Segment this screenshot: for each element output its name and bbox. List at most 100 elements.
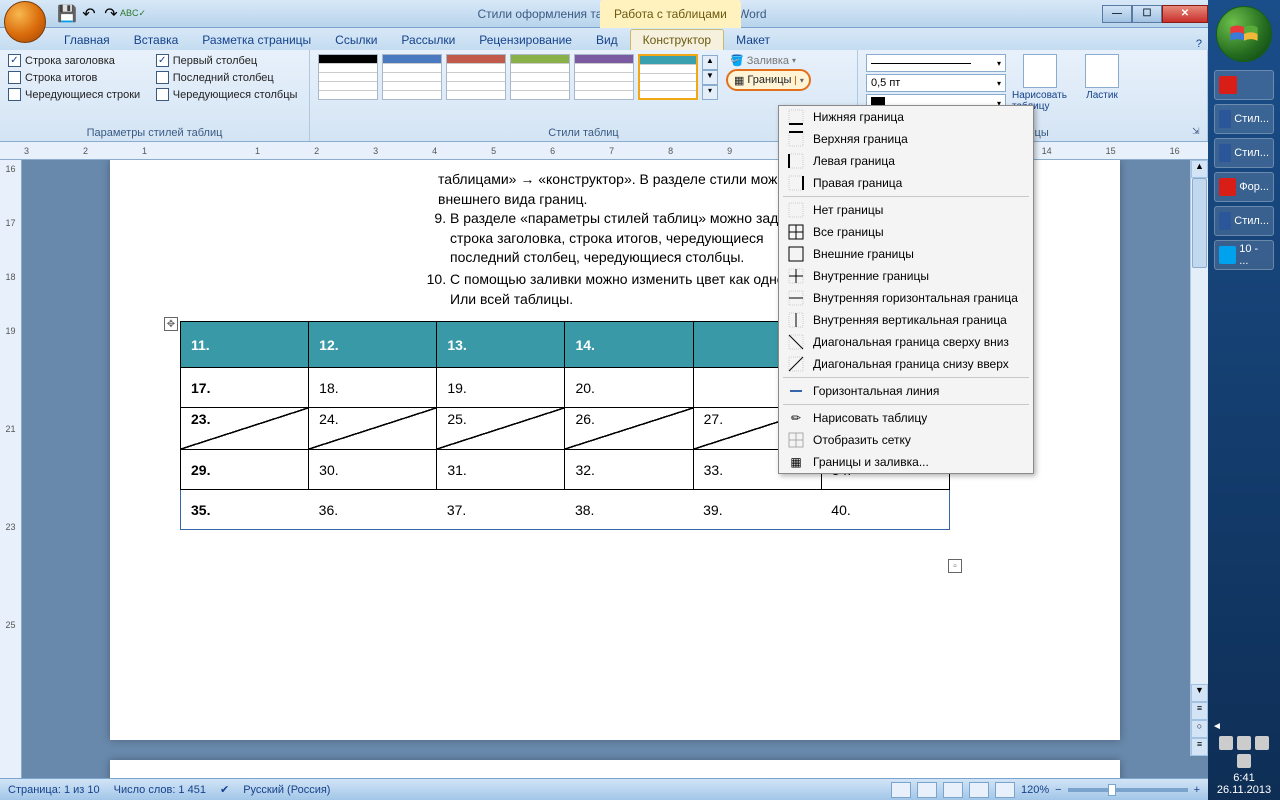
tab-home[interactable]: Главная bbox=[52, 30, 122, 50]
maximize-button[interactable]: ☐ bbox=[1132, 5, 1162, 23]
table-cell[interactable]: 14. bbox=[565, 322, 693, 368]
tray-icon[interactable] bbox=[1237, 754, 1251, 768]
zoom-in-icon[interactable]: + bbox=[1194, 784, 1200, 796]
menu-left-border[interactable]: Левая граница bbox=[779, 150, 1033, 172]
menu-inside-horizontal[interactable]: Внутренняя горизонтальная граница bbox=[779, 287, 1033, 309]
view-full-screen[interactable] bbox=[917, 782, 937, 798]
borders-dropdown-arrow[interactable]: ▾ bbox=[795, 76, 807, 85]
menu-horizontal-line[interactable]: Горизонтальная линия bbox=[779, 380, 1033, 402]
scroll-up-icon[interactable]: ▲ bbox=[1191, 160, 1208, 178]
menu-no-border[interactable]: Нет границы bbox=[779, 199, 1033, 221]
tray-icon[interactable] bbox=[1219, 736, 1233, 750]
tab-design[interactable]: Конструктор bbox=[630, 29, 724, 50]
menu-inside-borders[interactable]: Внутренние границы bbox=[779, 265, 1033, 287]
menu-all-borders[interactable]: Все границы bbox=[779, 221, 1033, 243]
prev-page-icon[interactable]: ≡ bbox=[1191, 702, 1208, 720]
menu-outside-borders[interactable]: Внешние границы bbox=[779, 243, 1033, 265]
table-cell[interactable]: 20. bbox=[565, 368, 693, 408]
save-icon[interactable]: 💾 bbox=[58, 5, 76, 23]
tab-review[interactable]: Рецензирование bbox=[467, 30, 584, 50]
tab-mailings[interactable]: Рассылки bbox=[389, 30, 467, 50]
check-banded-rows[interactable]: Чередующиеся строки bbox=[8, 88, 144, 101]
table-cell[interactable]: 37. bbox=[437, 490, 565, 530]
table-cell[interactable]: 23. bbox=[181, 408, 309, 450]
table-cell[interactable]: 30. bbox=[309, 450, 437, 490]
office-button[interactable] bbox=[4, 1, 46, 43]
taskbar-item[interactable]: Стил... bbox=[1214, 138, 1274, 168]
close-button[interactable]: ✕ bbox=[1162, 5, 1208, 23]
check-first-column[interactable]: ✓Первый столбец bbox=[156, 54, 301, 67]
clock-date[interactable]: 26.11.2013 bbox=[1212, 784, 1276, 796]
view-web-layout[interactable] bbox=[943, 782, 963, 798]
spellcheck-icon[interactable]: ABC✓ bbox=[124, 5, 142, 23]
table-cell[interactable]: 26. bbox=[565, 408, 693, 450]
menu-top-border[interactable]: Верхняя граница bbox=[779, 128, 1033, 150]
redo-icon[interactable]: ↷ bbox=[102, 5, 120, 23]
dialog-launcher-icon[interactable]: ⇲ bbox=[1192, 126, 1204, 138]
tray-volume-icon[interactable] bbox=[1237, 736, 1251, 750]
taskbar-item[interactable]: Стил... bbox=[1214, 206, 1274, 236]
borders-button[interactable]: ▦Границы ▾ bbox=[726, 69, 811, 91]
browse-object-icon[interactable]: ○ bbox=[1191, 720, 1208, 738]
pen-weight-combo[interactable]: 0,5 пт▾ bbox=[866, 74, 1006, 92]
check-total-row[interactable]: Строка итогов bbox=[8, 71, 144, 84]
proofing-icon[interactable]: ✔ bbox=[220, 783, 229, 796]
clock-time[interactable]: 6:41 bbox=[1212, 772, 1276, 784]
table-cell[interactable]: 40. bbox=[821, 490, 949, 530]
tab-view[interactable]: Вид bbox=[584, 30, 630, 50]
menu-diagonal-up[interactable]: Диагональная граница снизу вверх bbox=[779, 353, 1033, 375]
table-cell[interactable]: 25. bbox=[437, 408, 565, 450]
view-outline[interactable] bbox=[969, 782, 989, 798]
table-cell[interactable]: 35. bbox=[181, 490, 309, 530]
taskbar-item[interactable] bbox=[1214, 70, 1274, 100]
table-cell[interactable]: 39. bbox=[693, 490, 821, 530]
taskbar-item[interactable]: Стил... bbox=[1214, 104, 1274, 134]
check-banded-columns[interactable]: Чередующиеся столбцы bbox=[156, 88, 301, 101]
view-print-layout[interactable] bbox=[891, 782, 911, 798]
table-cell[interactable]: 36. bbox=[309, 490, 437, 530]
vertical-scrollbar[interactable]: ▲ ▼ ≡ ○ ≡ bbox=[1190, 160, 1208, 756]
tab-references[interactable]: Ссылки bbox=[323, 30, 389, 50]
tab-insert[interactable]: Вставка bbox=[122, 30, 191, 50]
table-style[interactable] bbox=[574, 54, 634, 100]
check-header-row[interactable]: ✓Строка заголовка bbox=[8, 54, 144, 67]
taskbar-item[interactable]: 10 - ... bbox=[1214, 240, 1274, 270]
menu-diagonal-down[interactable]: Диагональная граница сверху вниз bbox=[779, 331, 1033, 353]
check-last-column[interactable]: Последний столбец bbox=[156, 71, 301, 84]
menu-view-gridlines[interactable]: Отобразить сетку bbox=[779, 429, 1033, 451]
table-cell[interactable]: 24. bbox=[309, 408, 437, 450]
eraser-button[interactable]: Ластик bbox=[1074, 54, 1130, 112]
start-button[interactable] bbox=[1216, 6, 1272, 62]
ruler-vertical[interactable]: 16171819212325 bbox=[0, 160, 22, 778]
menu-draw-table[interactable]: ✏Нарисовать таблицу bbox=[779, 407, 1033, 429]
gallery-scroll[interactable]: ▲▼▾ bbox=[702, 55, 718, 100]
scroll-down-icon[interactable]: ▼ bbox=[1191, 684, 1208, 702]
table-cell[interactable]: 32. bbox=[565, 450, 693, 490]
taskbar-item[interactable]: Фор... bbox=[1214, 172, 1274, 202]
table-style-selected[interactable] bbox=[638, 54, 698, 100]
help-icon[interactable]: ? bbox=[1190, 38, 1208, 50]
minimize-button[interactable]: — bbox=[1102, 5, 1132, 23]
table-move-handle[interactable]: ✥ bbox=[164, 317, 178, 331]
table-style[interactable] bbox=[382, 54, 442, 100]
table-style[interactable] bbox=[318, 54, 378, 100]
table-cell[interactable]: 17. bbox=[181, 368, 309, 408]
tab-layout[interactable]: Макет bbox=[724, 30, 782, 50]
table-cell[interactable]: 13. bbox=[437, 322, 565, 368]
table-cell[interactable]: 19. bbox=[437, 368, 565, 408]
table-cell[interactable]: 29. bbox=[181, 450, 309, 490]
zoom-out-icon[interactable]: − bbox=[1055, 784, 1061, 796]
pen-style-combo[interactable]: ▾ bbox=[866, 54, 1006, 72]
menu-right-border[interactable]: Правая граница bbox=[779, 172, 1033, 194]
table-resize-handle[interactable]: ▫ bbox=[948, 559, 962, 573]
next-page-icon[interactable]: ≡ bbox=[1191, 738, 1208, 756]
menu-bottom-border[interactable]: Нижняя граница bbox=[779, 106, 1033, 128]
menu-inside-vertical[interactable]: Внутренняя вертикальная граница bbox=[779, 309, 1033, 331]
status-language[interactable]: Русский (Россия) bbox=[243, 784, 330, 796]
view-draft[interactable] bbox=[995, 782, 1015, 798]
table-cell[interactable]: 11. bbox=[181, 322, 309, 368]
zoom-slider[interactable] bbox=[1068, 788, 1188, 792]
shading-button[interactable]: 🪣Заливка▾ bbox=[726, 54, 811, 67]
table-cell[interactable]: 38. bbox=[565, 490, 693, 530]
table-cell[interactable]: 12. bbox=[309, 322, 437, 368]
